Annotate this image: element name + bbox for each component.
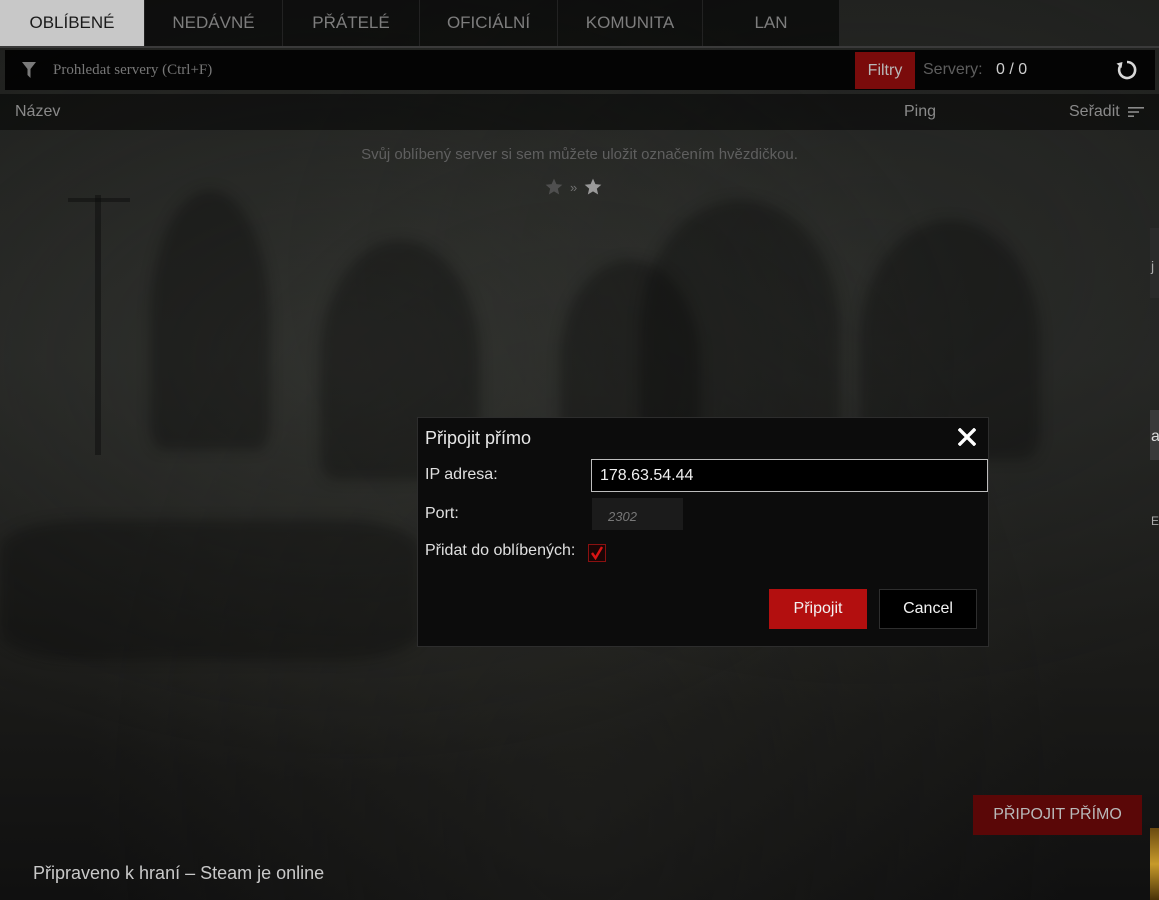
tab-recent[interactable]: NEDÁVNÉ bbox=[145, 0, 283, 46]
column-name[interactable]: Název bbox=[15, 94, 60, 130]
favorite-label: Přidat do oblíbených: bbox=[425, 542, 576, 559]
servers-count: 0 / 0 bbox=[996, 61, 1028, 78]
tab-favorites[interactable]: OBLÍBENÉ bbox=[0, 0, 145, 46]
empty-favorites-message: Svůj oblíbený server si sem můžete uloži… bbox=[361, 146, 798, 163]
star-filled-icon bbox=[584, 178, 602, 195]
edge-text: a bbox=[1151, 428, 1159, 445]
add-to-favorites-checkbox[interactable] bbox=[588, 544, 606, 562]
tab-official[interactable]: OFICIÁLNÍ bbox=[420, 0, 558, 46]
close-icon[interactable] bbox=[957, 427, 978, 448]
column-header: Název Ping Seřadit bbox=[0, 94, 1159, 130]
edge-text: j bbox=[1151, 258, 1155, 274]
cancel-button[interactable]: Cancel bbox=[879, 589, 977, 629]
search-field bbox=[5, 50, 853, 90]
connect-button[interactable]: Připojit bbox=[769, 589, 867, 629]
column-ping[interactable]: Ping bbox=[904, 94, 936, 130]
direct-connect-button[interactable]: PŘIPOJIT PŘÍMO bbox=[973, 795, 1142, 835]
sort-icon bbox=[1127, 107, 1144, 117]
ip-label: IP adresa: bbox=[425, 466, 498, 483]
port-label: Port: bbox=[425, 505, 459, 522]
status-text: Připraveno k hraní – Steam je online bbox=[33, 863, 325, 883]
port-input[interactable] bbox=[592, 498, 683, 530]
sort-button[interactable]: Seřadit bbox=[1069, 94, 1144, 130]
search-input[interactable] bbox=[51, 51, 835, 89]
filters-button[interactable]: Filtry bbox=[855, 52, 915, 89]
tab-bar: OBLÍBENÉ NEDÁVNÉ PŘÁTELÉ OFICIÁLNÍ KOMUN… bbox=[0, 0, 1159, 48]
corner-artwork bbox=[1150, 828, 1159, 900]
edge-text: E bbox=[1151, 514, 1159, 528]
tab-friends[interactable]: PŘÁTELÉ bbox=[283, 0, 420, 46]
star-outline-icon bbox=[545, 178, 563, 195]
direct-connect-dialog: Připojit přímo IP adresa: Port: Přidat d… bbox=[417, 417, 989, 647]
checkmark-icon bbox=[591, 546, 604, 560]
dialog-title: Připojit přímo bbox=[425, 428, 532, 448]
funnel-icon[interactable] bbox=[19, 60, 39, 80]
sort-label: Seřadit bbox=[1069, 103, 1120, 120]
star-separator: » bbox=[570, 179, 578, 195]
star-hint: » bbox=[544, 176, 614, 198]
tab-bar-filler bbox=[840, 0, 1159, 46]
servers-label: Servery: bbox=[923, 61, 983, 78]
tab-community[interactable]: KOMUNITA bbox=[558, 0, 703, 46]
ip-address-input[interactable] bbox=[591, 459, 988, 492]
search-bar: Filtry Servery: 0 / 0 bbox=[5, 50, 1155, 90]
refresh-icon[interactable] bbox=[1115, 58, 1141, 84]
tab-lan[interactable]: LAN bbox=[703, 0, 840, 46]
